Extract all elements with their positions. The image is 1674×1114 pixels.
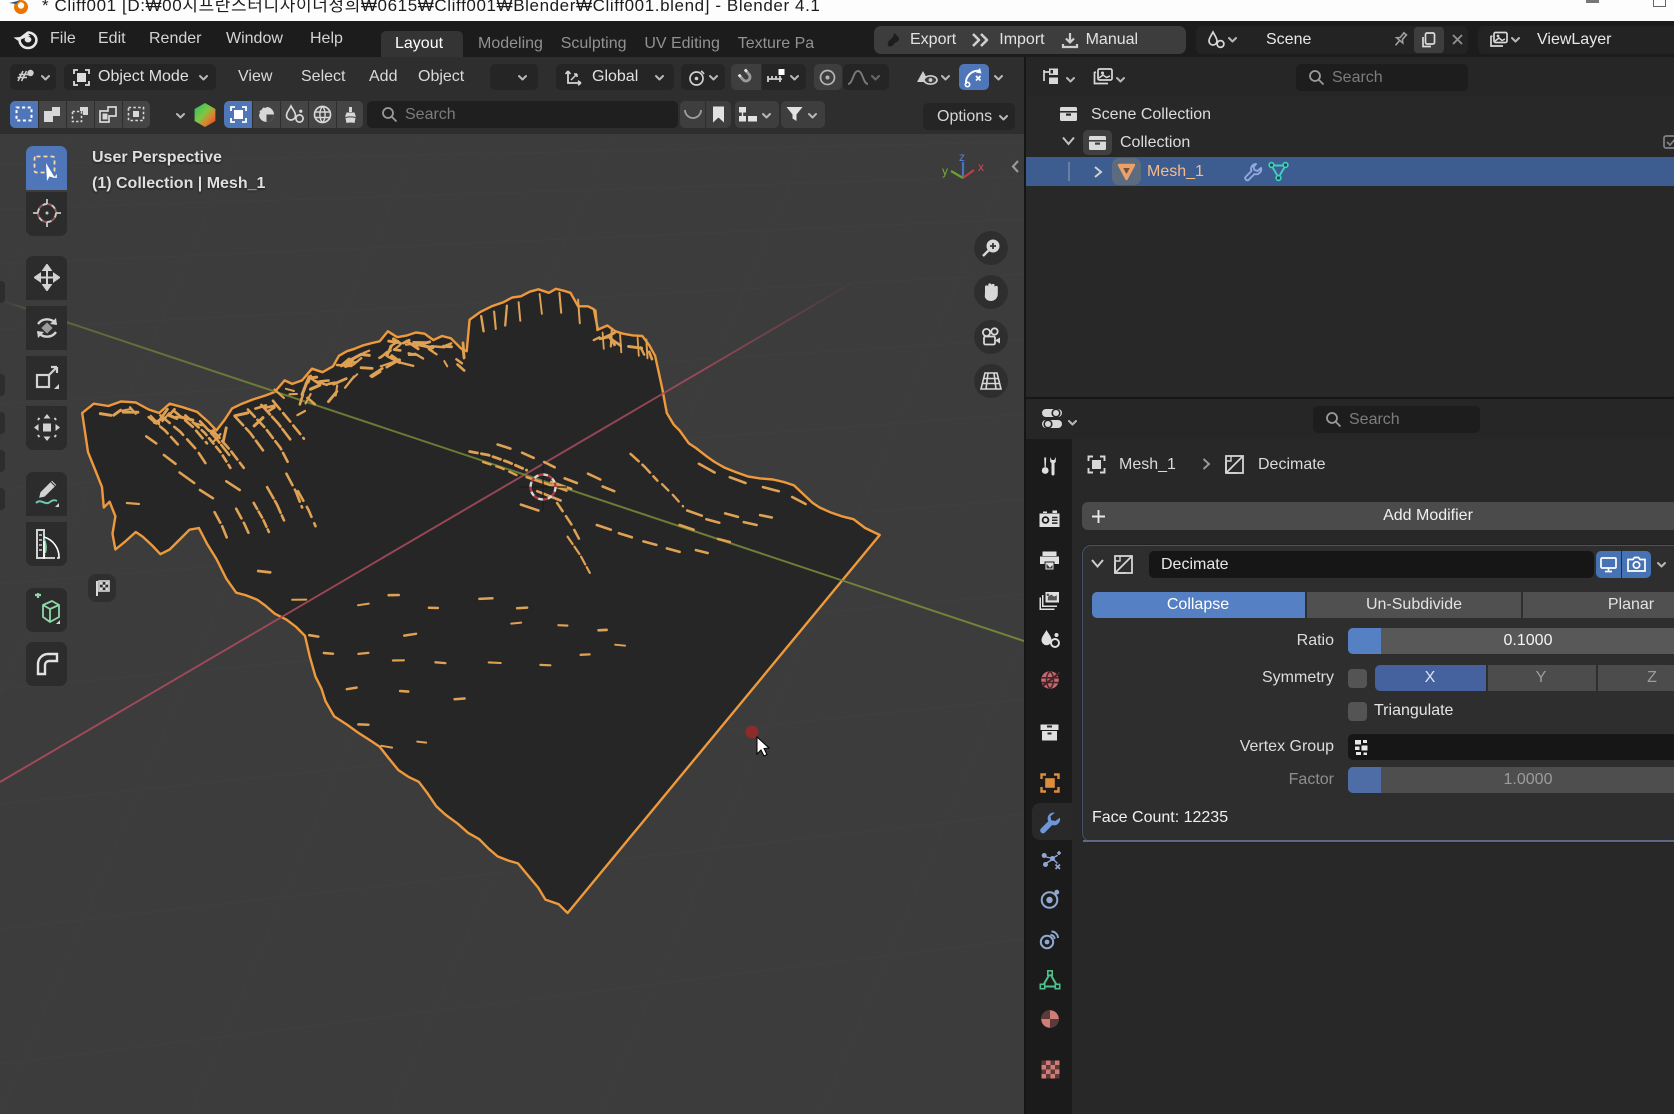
svg-text:y: y (942, 164, 948, 178)
svg-text:z: z (959, 150, 965, 164)
svg-text:x: x (978, 160, 984, 174)
